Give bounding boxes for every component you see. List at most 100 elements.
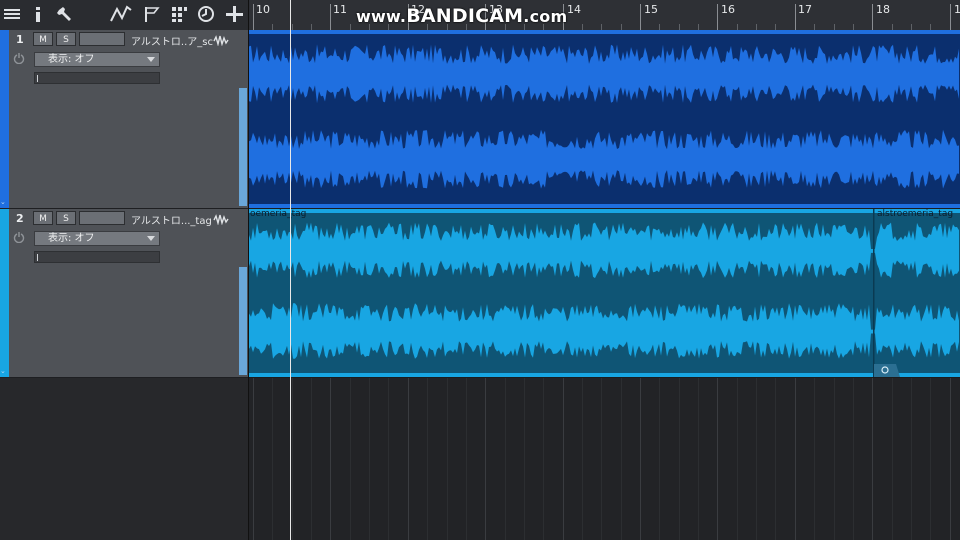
grid-line xyxy=(330,378,332,540)
ruler-bar-number: 18 xyxy=(876,3,890,16)
track-header-1[interactable]: ⌄ 1 M S アルストロ..ア_sc 表示: オフ xyxy=(0,30,249,209)
ruler-bar-number: 17 xyxy=(798,3,812,16)
wrench-icon[interactable] xyxy=(55,3,75,25)
ruler-bar-number: 14 xyxy=(567,3,581,16)
grid-line xyxy=(253,378,254,540)
watermark-prefix: www. xyxy=(356,7,407,26)
grid-line xyxy=(891,378,893,540)
waveform-clip-2[interactable] xyxy=(249,209,960,377)
automation-value-bar[interactable] xyxy=(34,72,160,84)
level-meter xyxy=(239,88,247,206)
collapse-chevron-icon[interactable]: ⌄ xyxy=(0,367,6,375)
clip-label[interactable]: alstroemeria_tag xyxy=(877,209,953,219)
grid-line xyxy=(833,378,835,540)
grid-line xyxy=(814,378,816,540)
solo-button[interactable]: S xyxy=(56,211,76,225)
grid-line xyxy=(736,378,738,540)
track-lane-1[interactable] xyxy=(249,30,960,208)
ruler-tick xyxy=(949,4,951,30)
ruler-bar-number: 19 xyxy=(954,3,960,16)
grid-icon[interactable] xyxy=(170,3,188,25)
grid-line xyxy=(485,378,487,540)
track-input-field[interactable] xyxy=(79,211,125,225)
ruler-bar-number: 10 xyxy=(256,3,270,16)
marker-flag-icon[interactable] xyxy=(142,3,162,25)
empty-track-area xyxy=(0,378,249,540)
grid-line xyxy=(659,378,661,540)
track-color-strip: ⌄ xyxy=(0,209,9,377)
watermark-brand: BANDICAM xyxy=(406,5,524,27)
inspector-info-icon[interactable] xyxy=(30,3,46,25)
grid-line xyxy=(717,378,719,540)
track-toolbar xyxy=(0,0,249,31)
grid-line xyxy=(601,378,603,540)
grid-line xyxy=(775,378,777,540)
bandicam-watermark: www.BANDICAM.com xyxy=(356,5,567,27)
level-meter xyxy=(239,267,247,375)
grid-line xyxy=(581,378,583,540)
waveform-clip-1[interactable] xyxy=(249,30,960,208)
solo-button[interactable]: S xyxy=(56,32,76,46)
value-cursor xyxy=(37,254,38,261)
grid-line xyxy=(291,378,293,540)
grid-line xyxy=(678,378,680,540)
ruler-tick xyxy=(640,4,641,30)
automation-curve-icon[interactable] xyxy=(108,3,134,25)
mute-button[interactable]: M xyxy=(33,32,53,46)
display-mode-value: 表示: オフ xyxy=(48,233,95,244)
audio-waveform-icon xyxy=(213,35,229,46)
grid-line xyxy=(523,378,525,540)
grid-line xyxy=(949,378,951,540)
display-mode-dropdown[interactable]: 表示: オフ xyxy=(34,52,160,67)
track-header-2[interactable]: ⌄ 2 M S アルストロ..._tag 表示: オフ xyxy=(0,209,249,378)
power-icon[interactable] xyxy=(13,231,25,243)
grid-line xyxy=(910,378,912,540)
clip-label[interactable]: oemeria_tag xyxy=(250,209,306,219)
grid-line xyxy=(465,378,467,540)
audio-waveform-icon xyxy=(213,214,229,225)
ruler-tick xyxy=(794,4,796,30)
track-input-field[interactable] xyxy=(79,32,125,46)
empty-arrangement-grid[interactable] xyxy=(249,378,960,540)
grid-line xyxy=(272,378,274,540)
add-icon[interactable] xyxy=(224,3,244,25)
clip-settings-tab[interactable] xyxy=(874,364,900,377)
grid-line xyxy=(756,378,758,540)
hamburger-menu-icon[interactable] xyxy=(2,3,22,25)
display-mode-dropdown[interactable]: 表示: オフ xyxy=(34,231,160,246)
ruler-tick xyxy=(330,4,332,30)
grid-line xyxy=(698,378,700,540)
ruler-tick xyxy=(872,4,874,30)
ruler-bar-number: 16 xyxy=(721,3,735,16)
grid-line xyxy=(872,378,874,540)
grid-line xyxy=(388,378,390,540)
arrangement-view[interactable]: oemeria_tag alstroemeria_tag xyxy=(249,30,960,540)
display-mode-value: 表示: オフ xyxy=(48,54,95,65)
automation-value-bar[interactable] xyxy=(34,251,160,263)
grid-line xyxy=(640,378,641,540)
grid-line xyxy=(407,378,409,540)
ruler-bar-number: 15 xyxy=(644,3,658,16)
grid-line xyxy=(543,378,545,540)
playhead-cursor[interactable] xyxy=(290,0,291,540)
track-color-strip: ⌄ xyxy=(0,30,9,208)
grid-line xyxy=(446,378,448,540)
track-lane-2[interactable]: oemeria_tag alstroemeria_tag xyxy=(249,209,960,377)
grid-line xyxy=(930,378,932,540)
clock-icon[interactable] xyxy=(196,3,216,25)
mute-button[interactable]: M xyxy=(33,211,53,225)
track-number: 1 xyxy=(16,33,24,46)
grid-line xyxy=(311,378,313,540)
watermark-suffix: .com xyxy=(523,7,568,26)
chevron-down-icon xyxy=(147,57,155,62)
collapse-chevron-icon[interactable]: ⌄ xyxy=(0,198,6,206)
grid-line xyxy=(427,378,429,540)
chevron-down-icon xyxy=(147,236,155,241)
track-name[interactable]: アルストロ..ア_sc xyxy=(131,33,213,48)
grid-line xyxy=(852,378,854,540)
track-name[interactable]: アルストロ..._tag xyxy=(131,212,212,227)
grid-line xyxy=(562,378,564,540)
power-icon[interactable] xyxy=(13,52,25,64)
track-number: 2 xyxy=(16,212,24,225)
ruler-tick xyxy=(253,4,254,30)
